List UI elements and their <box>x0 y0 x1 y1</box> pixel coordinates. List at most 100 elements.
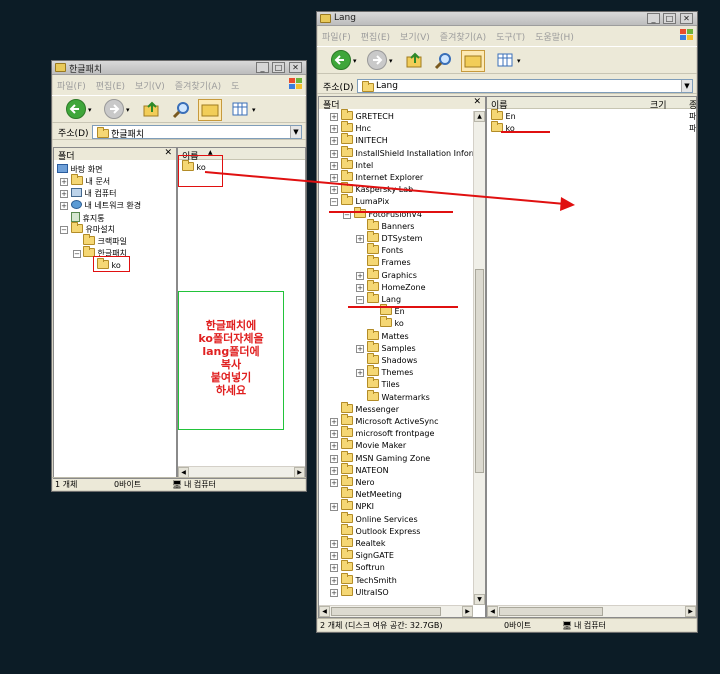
tree-item[interactable]: InstallShield Installation Inform <box>341 145 480 160</box>
tree-item[interactable]: TechSmith <box>341 572 397 587</box>
forward-arrow-icon[interactable] <box>104 99 124 119</box>
expand-icon[interactable]: + <box>330 588 338 597</box>
expand-icon[interactable]: + <box>330 564 338 573</box>
scroll-right-icon[interactable]: ▶ <box>685 606 696 617</box>
tree-item[interactable]: Banners <box>367 218 414 233</box>
menu-help[interactable]: 도움말(H) <box>530 28 579 43</box>
address-dropdown-icon[interactable]: ▼ <box>290 126 301 138</box>
search-icon[interactable] <box>171 99 193 121</box>
tree-item[interactable]: Samples <box>367 340 416 355</box>
tree-item[interactable]: DTSystem <box>367 231 422 245</box>
menu-edit[interactable]: 편집(E) <box>356 28 395 43</box>
tree-item[interactable]: Outlook Express <box>341 523 420 538</box>
expand-icon[interactable]: + <box>330 161 338 170</box>
views-icon[interactable] <box>230 99 250 121</box>
left-titlebar[interactable]: 한글패치 _ □ ✕ <box>52 61 306 75</box>
minimize-button[interactable]: _ <box>256 62 269 73</box>
scroll-thumb[interactable] <box>499 607 603 616</box>
forward-arrow-icon[interactable] <box>367 50 387 70</box>
expand-icon[interactable]: + <box>330 540 338 548</box>
expand-icon[interactable]: + <box>356 235 364 243</box>
maximize-button[interactable]: □ <box>663 13 676 24</box>
up-folder-icon[interactable] <box>405 50 425 72</box>
search-icon[interactable] <box>433 50 455 72</box>
collapse-icon[interactable]: − <box>60 226 68 234</box>
tree-item[interactable]: GRETECH <box>341 109 394 123</box>
expand-icon[interactable]: + <box>330 576 338 585</box>
tree-item-my-computer[interactable]: 내 컴퓨터 <box>71 188 117 200</box>
horizontal-scrollbar[interactable]: ◀ ▶ <box>319 605 473 617</box>
tree-item[interactable]: MSN Gaming Zone <box>341 450 430 465</box>
folders-toggle-icon[interactable] <box>198 99 222 121</box>
column-header-size[interactable]: 크기 <box>650 98 667 111</box>
tree-item[interactable]: Microsoft ActiveSync <box>341 414 439 428</box>
tree-item-network[interactable]: 내 네트워크 환경 <box>71 200 141 212</box>
scroll-up-icon[interactable]: ▲ <box>474 111 485 122</box>
folders-toggle-icon[interactable] <box>461 50 485 72</box>
views-dropdown-icon[interactable]: ▾ <box>517 57 521 79</box>
tree-item-my-documents[interactable]: 내 문서 <box>71 174 110 188</box>
expand-icon[interactable]: + <box>330 149 338 158</box>
collapse-icon[interactable]: − <box>73 250 81 258</box>
tree-item[interactable]: Watermarks <box>367 389 430 404</box>
expand-icon[interactable]: + <box>356 369 364 378</box>
tree-item[interactable]: Messenger <box>341 401 399 416</box>
tree-item[interactable]: ko <box>380 316 404 330</box>
expand-icon[interactable]: + <box>330 479 338 487</box>
views-icon[interactable] <box>495 50 515 72</box>
menu-tools[interactable]: 도구(T) <box>491 28 530 43</box>
address-input[interactable]: Lang ▼ <box>357 79 693 93</box>
expand-icon[interactable]: + <box>330 466 338 475</box>
tree-item[interactable]: Movie Maker <box>341 438 406 452</box>
expand-icon[interactable]: + <box>330 186 338 195</box>
scroll-thumb[interactable] <box>331 607 441 616</box>
expand-icon[interactable]: + <box>356 344 364 353</box>
scroll-down-icon[interactable]: ▼ <box>474 594 485 605</box>
address-input[interactable]: 한글패치 ▼ <box>92 125 302 140</box>
tree-item[interactable]: Shadows <box>367 353 417 367</box>
expand-icon[interactable]: + <box>60 178 68 186</box>
minimize-button[interactable]: _ <box>647 13 660 24</box>
back-dropdown-icon[interactable]: ▾ <box>353 57 357 79</box>
expand-icon[interactable]: + <box>330 503 338 512</box>
expand-icon[interactable]: + <box>330 113 338 121</box>
expand-icon[interactable]: + <box>330 137 338 146</box>
expand-icon[interactable]: + <box>356 271 364 280</box>
tree-item[interactable]: Kaspersky Lab <box>341 182 413 196</box>
maximize-button[interactable]: □ <box>272 62 285 73</box>
back-arrow-icon[interactable] <box>66 99 86 119</box>
close-button[interactable]: ✕ <box>289 62 302 73</box>
forward-dropdown-icon[interactable]: ▾ <box>389 57 393 79</box>
column-header-type[interactable]: 종 <box>689 98 696 111</box>
expand-icon[interactable]: + <box>330 125 338 134</box>
folder-pane-close-icon[interactable]: ✕ <box>473 97 481 107</box>
tree-item[interactable]: HomeZone <box>367 279 426 294</box>
tree-item[interactable]: Internet Explorer <box>341 170 423 184</box>
menu-tools[interactable]: 도 <box>226 77 244 92</box>
expand-icon[interactable]: + <box>330 552 338 561</box>
list-item-ko[interactable]: ko <box>491 121 515 135</box>
close-button[interactable]: ✕ <box>680 13 693 24</box>
vertical-scrollbar[interactable]: ▲ ▼ <box>473 111 485 605</box>
scroll-left-icon[interactable]: ◀ <box>487 606 498 617</box>
expand-icon[interactable]: + <box>330 418 338 426</box>
expand-icon[interactable]: + <box>330 454 338 463</box>
menu-edit[interactable]: 편집(E) <box>91 77 130 92</box>
horizontal-scrollbar[interactable]: ◀ ▶ <box>487 605 696 617</box>
menu-view[interactable]: 보기(V) <box>130 77 170 92</box>
back-arrow-icon[interactable] <box>331 50 351 70</box>
tree-item[interactable]: UltraISO <box>341 584 389 599</box>
tree-item-desktop[interactable]: 바탕 화면 <box>57 164 103 176</box>
up-folder-icon[interactable] <box>142 99 162 121</box>
tree-item[interactable]: NetMeeting <box>341 487 402 501</box>
menu-favorites[interactable]: 즐겨찾기(A) <box>435 28 491 43</box>
collapse-icon[interactable]: − <box>356 296 364 304</box>
scroll-left-icon[interactable]: ◀ <box>319 606 330 617</box>
expand-icon[interactable]: + <box>330 430 338 439</box>
tree-item[interactable]: Online Services <box>341 511 418 526</box>
collapse-icon[interactable]: − <box>330 198 338 207</box>
menu-file[interactable]: 파일(F) <box>317 28 356 43</box>
folder-pane-close-icon[interactable]: ✕ <box>164 148 172 158</box>
tree-item[interactable]: LumaPix <box>341 194 389 208</box>
menu-view[interactable]: 보기(V) <box>395 28 435 43</box>
